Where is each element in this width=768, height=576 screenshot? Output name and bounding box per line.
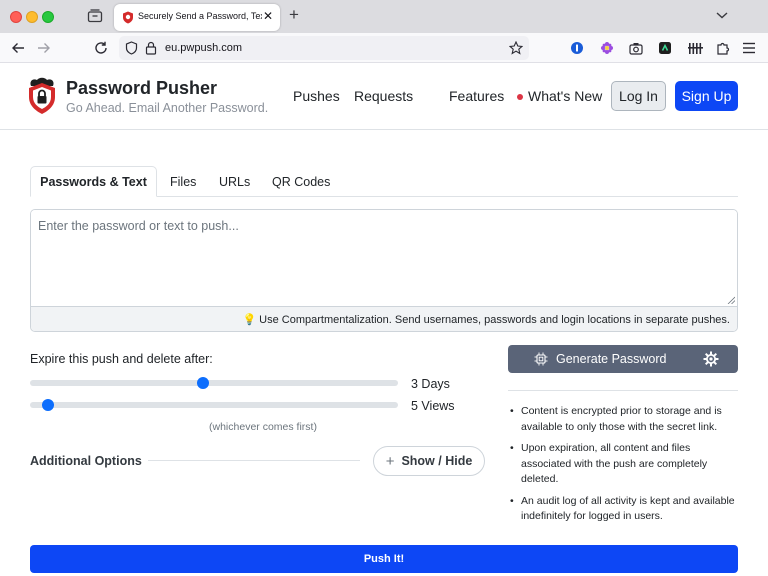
brand-title[interactable]: Password Pusher bbox=[66, 78, 217, 99]
password-pusher-logo-icon[interactable] bbox=[27, 77, 57, 115]
window-close-button[interactable] bbox=[10, 11, 22, 23]
tracking-shield-icon[interactable] bbox=[125, 41, 138, 55]
nav-whats-new-link[interactable]: What's New bbox=[528, 88, 602, 104]
resize-grip-icon[interactable] bbox=[727, 296, 735, 304]
window-minimize-button[interactable] bbox=[26, 11, 38, 23]
views-slider[interactable] bbox=[30, 399, 398, 411]
bookmark-star-icon[interactable] bbox=[509, 41, 523, 55]
forward-arrow-icon[interactable] bbox=[36, 40, 52, 56]
views-slider-thumb[interactable] bbox=[42, 399, 55, 411]
back-arrow-icon[interactable] bbox=[10, 40, 26, 56]
security-info-list: Content is encrypted prior to storage an… bbox=[508, 404, 738, 531]
lock-icon[interactable] bbox=[145, 41, 157, 55]
tab-qr-codes[interactable]: QR Codes bbox=[272, 166, 330, 197]
push-it-button[interactable]: Push It! bbox=[30, 545, 738, 573]
site-header: Password Pusher Go Ahead. Email Another … bbox=[0, 64, 768, 130]
show-hide-label: Show / Hide bbox=[401, 454, 473, 468]
tab-overview-icon[interactable] bbox=[87, 9, 103, 23]
reload-icon[interactable] bbox=[93, 40, 109, 56]
tab-passwords-text[interactable]: Passwords & Text bbox=[30, 166, 157, 197]
generate-password-button[interactable]: Generate Password bbox=[508, 345, 738, 373]
additional-options-label: Additional Options bbox=[30, 454, 142, 468]
days-value: 3 Days bbox=[411, 377, 450, 391]
days-slider-thumb[interactable] bbox=[196, 377, 209, 389]
gear-icon[interactable] bbox=[703, 351, 719, 367]
extension-flower-icon[interactable] bbox=[599, 40, 615, 56]
list-item: An audit log of all activity is kept and… bbox=[508, 494, 738, 525]
new-tab-button[interactable]: + bbox=[289, 5, 299, 25]
days-slider[interactable] bbox=[30, 377, 398, 389]
window-zoom-button[interactable] bbox=[42, 11, 54, 23]
generate-password-label: Generate Password bbox=[556, 352, 667, 366]
nav-requests-link[interactable]: Requests bbox=[354, 88, 413, 104]
screenshot-camera-icon[interactable] bbox=[628, 40, 644, 56]
compartmentalization-tip: 💡 Use Compartmentalization. Send username… bbox=[242, 313, 730, 326]
lightbulb-icon: 💡 bbox=[242, 314, 257, 326]
nav-features-link[interactable]: Features bbox=[449, 88, 504, 104]
list-item: Upon expiration, all content and files a… bbox=[508, 441, 738, 488]
sidebar-divider bbox=[508, 390, 738, 391]
browser-tab-title: Securely Send a Password, Text bbox=[138, 11, 262, 21]
tab-close-icon[interactable]: ✕ bbox=[263, 9, 273, 23]
tip-bar: 💡 Use Compartmentalization. Send username… bbox=[31, 306, 737, 331]
whichever-comes-first-note: (whichever comes first) bbox=[209, 421, 317, 433]
url-text[interactable]: eu.pwpush.com bbox=[165, 42, 242, 54]
chip-icon bbox=[534, 352, 548, 366]
list-item: Content is encrypted prior to storage an… bbox=[508, 404, 738, 435]
payload-field-container: 💡Use Compartmentalization. Send username… bbox=[30, 209, 738, 332]
extension-square-icon[interactable] bbox=[657, 40, 673, 56]
browser-navbar: eu.pwpush.com bbox=[0, 33, 768, 63]
tab-files[interactable]: Files bbox=[170, 166, 196, 197]
extension-bars-icon[interactable] bbox=[687, 40, 703, 56]
address-bar[interactable]: eu.pwpush.com bbox=[119, 36, 529, 60]
browser-titlebar: Securely Send a Password, Text ✕ + bbox=[0, 0, 768, 33]
password-manager-icon[interactable] bbox=[569, 40, 585, 56]
signup-button[interactable]: Sign Up bbox=[675, 81, 738, 111]
pwpush-favicon-icon bbox=[123, 11, 133, 24]
login-button[interactable]: Log In bbox=[611, 81, 666, 111]
menu-hamburger-icon[interactable] bbox=[741, 40, 757, 56]
brand-tagline: Go Ahead. Email Another Password. bbox=[66, 101, 269, 115]
tab-urls[interactable]: URLs bbox=[219, 166, 250, 197]
tip-text: Use Compartmentalization. Send usernames… bbox=[259, 314, 730, 326]
whats-new-indicator-dot bbox=[517, 94, 523, 100]
expire-label: Expire this push and delete after: bbox=[30, 352, 213, 366]
plus-icon: + bbox=[385, 452, 395, 470]
nav-pushes-link[interactable]: Pushes bbox=[293, 88, 340, 104]
show-hide-button[interactable]: + Show / Hide bbox=[373, 446, 485, 476]
extensions-puzzle-icon[interactable] bbox=[715, 40, 731, 56]
payload-textarea[interactable] bbox=[31, 210, 737, 306]
browser-tab-active[interactable]: Securely Send a Password, Text ✕ bbox=[114, 4, 280, 31]
views-value: 5 Views bbox=[411, 399, 455, 413]
additional-options-divider bbox=[148, 460, 360, 461]
chevron-down-icon[interactable] bbox=[716, 10, 728, 20]
